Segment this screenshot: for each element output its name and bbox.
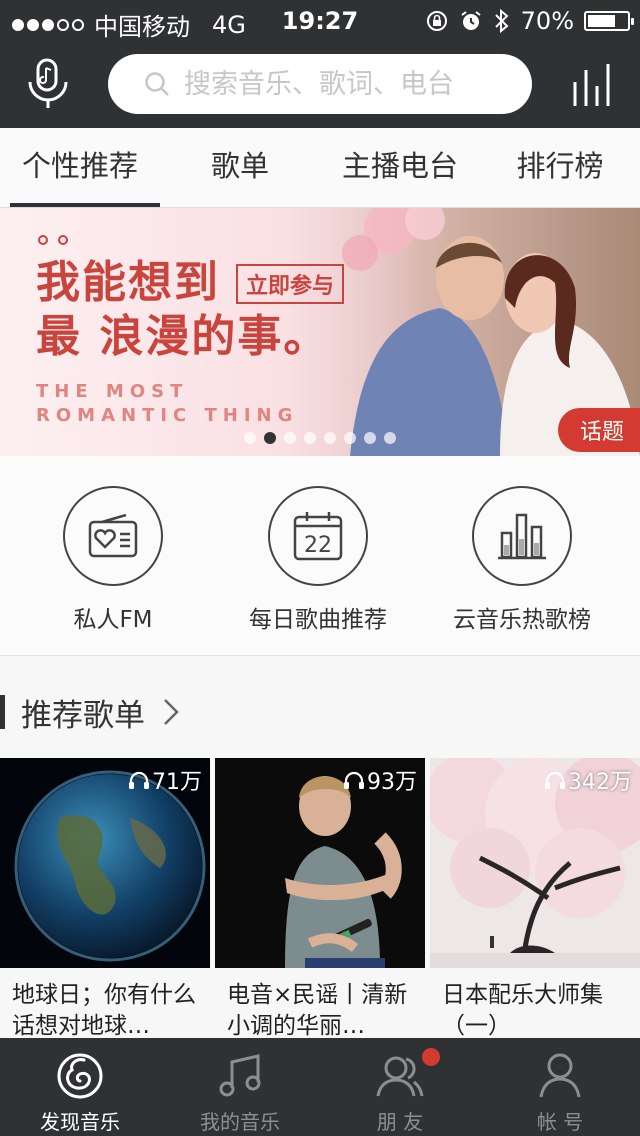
nav-friends-label: 朋 友 [376, 1110, 424, 1134]
radio-heart-icon [88, 514, 138, 558]
playlist-card[interactable]: 71万 地球日；你有什么话想对地球… [0, 758, 210, 1042]
rotation-lock-icon [426, 11, 447, 31]
search-icon [145, 72, 169, 96]
banner-pager[interactable] [244, 432, 396, 444]
recommended-playlists-header[interactable]: 推荐歌单 [0, 690, 179, 734]
playlist-grid: 71万 地球日；你有什么话想对地球… 93万 电音×民谣丨清新小调的华丽… 34… [0, 758, 640, 1042]
play-count: 342万 [544, 764, 632, 796]
bottom-nav: 发现音乐 我的音乐 朋 友 帐 号 [0, 1038, 640, 1136]
bar-chart-icon [498, 513, 546, 560]
search-input[interactable] [184, 68, 504, 100]
calendar-day: 22 [304, 533, 332, 558]
status-right: 70% [425, 7, 634, 35]
banner-decor-ring [58, 235, 68, 245]
search-bar[interactable] [108, 54, 532, 114]
battery-icon [584, 11, 634, 31]
music-note-icon [219, 1054, 261, 1097]
banner-page-dot[interactable] [264, 432, 276, 444]
playlist-cover-blossom: 342万 [430, 758, 640, 968]
alarm-icon [461, 11, 481, 30]
banner-en-line1: THE MOST [36, 381, 189, 402]
chevron-right-icon [164, 699, 179, 725]
tab-playlists[interactable]: 歌单 [160, 128, 320, 207]
tab-radio[interactable]: 主播电台 [320, 128, 480, 207]
promo-banner[interactable]: 我能想到 最 浪漫的事。 立即参与 THE MOST ROMANTIC THIN… [0, 208, 640, 456]
banner-join-button[interactable]: 立即参与 [236, 264, 345, 304]
netease-logo-icon [57, 1053, 103, 1099]
banner-decor-ring [38, 235, 48, 245]
banner-page-dot[interactable] [384, 432, 396, 444]
banner-page-dot[interactable] [344, 432, 356, 444]
banner-page-dot[interactable] [304, 432, 316, 444]
quick-entry-hot-chart[interactable]: 云音乐热歌榜 [422, 486, 622, 634]
nav-my-music-label: 我的音乐 [200, 1110, 280, 1134]
person-icon [539, 1053, 581, 1098]
quick-entry-daily-label: 每日歌曲推荐 [249, 607, 387, 633]
quick-entry-fm-label: 私人FM [73, 607, 153, 633]
top-header: 中国移动 4G 19:27 70% [0, 0, 640, 128]
battery-percent: 70% [520, 7, 574, 35]
nav-discover[interactable]: 发现音乐 [0, 1038, 160, 1136]
nav-account[interactable]: 帐 号 [480, 1038, 640, 1136]
playlist-title: 地球日；你有什么话想对地球… [12, 982, 196, 1039]
section-title: 推荐歌单 [21, 697, 145, 734]
tab-bar: 个性推荐 歌单 主播电台 排行榜 [0, 128, 640, 208]
play-count: 71万 [128, 764, 202, 796]
playlist-cover-concert: 93万 [215, 758, 425, 968]
nav-discover-label: 发现音乐 [40, 1110, 120, 1134]
playlist-cover-earth: 71万 [0, 758, 210, 968]
nav-my-music[interactable]: 我的音乐 [160, 1038, 320, 1136]
playlist-card[interactable]: 342万 日本配乐大师集（一） [430, 758, 640, 1042]
banner-title-line2: 最 浪漫的事。 [36, 311, 330, 362]
play-count-value: 93万 [367, 770, 417, 795]
play-count: 93万 [343, 764, 417, 796]
headphones-icon [545, 771, 565, 789]
section-marker [0, 695, 5, 729]
microphone-icon[interactable] [26, 58, 70, 110]
quick-entry-daily[interactable]: 22 每日歌曲推荐 [218, 486, 418, 634]
playlist-title: 电音×民谣丨清新小调的华丽… [227, 982, 408, 1039]
bluetooth-icon [494, 8, 509, 34]
quick-entry-fm[interactable]: 私人FM [13, 486, 213, 634]
quick-entry-fm-circle [63, 486, 163, 586]
banner-en-line2: ROMANTIC THING [36, 405, 299, 426]
playlist-card[interactable]: 93万 电音×民谣丨清新小调的华丽… [215, 758, 425, 1042]
quick-entries: 私人FM 22 每日歌曲推荐 云音乐热歌榜 [0, 456, 640, 656]
status-bar: 中国移动 4G 19:27 70% [0, 0, 640, 41]
quick-entry-daily-circle: 22 [268, 486, 368, 586]
banner-page-dot[interactable] [244, 432, 256, 444]
nav-friends[interactable]: 朋 友 [320, 1038, 480, 1136]
quick-entry-hot-chart-label: 云音乐热歌榜 [453, 607, 591, 633]
calendar-icon: 22 [293, 512, 343, 561]
banner-page-dot[interactable] [324, 432, 336, 444]
friends-icon [376, 1056, 424, 1097]
banner-topic-tag: 话题 [557, 408, 640, 452]
equalizer-icon[interactable] [572, 64, 614, 106]
banner-page-dot[interactable] [364, 432, 376, 444]
banner-subtitle-en: THE MOST ROMANTIC THING [36, 380, 298, 428]
play-count-value: 71万 [152, 770, 202, 795]
banner-page-dot[interactable] [284, 432, 296, 444]
nav-account-label: 帐 号 [536, 1110, 584, 1134]
playlist-title: 日本配乐大师集（一） [442, 982, 603, 1039]
headphones-icon [129, 771, 149, 789]
quick-entry-hot-chart-circle [472, 486, 572, 586]
play-count-value: 342万 [568, 770, 632, 795]
headphones-icon [344, 771, 364, 789]
tab-recommend[interactable]: 个性推荐 [0, 128, 160, 207]
tab-charts[interactable]: 排行榜 [480, 128, 640, 207]
notification-badge [420, 1046, 442, 1068]
